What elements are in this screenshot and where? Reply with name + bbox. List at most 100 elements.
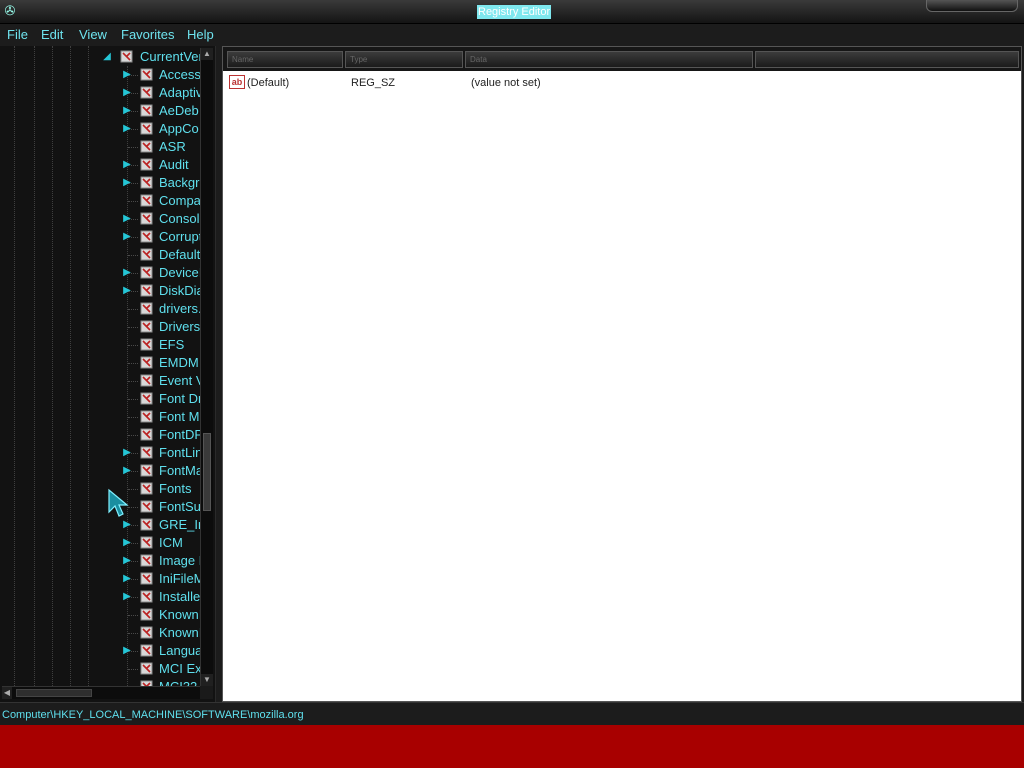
scroll-left-arrow-icon[interactable]: ◀ [2,687,12,699]
menu-bar: File Edit View Favorites Help [0,24,1024,46]
tree-node[interactable]: ▶ FontMa [0,462,200,480]
folder-icon [140,248,153,261]
expand-arrow-icon[interactable]: ▶ [122,174,132,192]
tree-connector [128,345,138,346]
string-value-icon: ab [229,75,245,89]
tree-node[interactable]: ▶ FontLin [0,444,200,462]
value-name: (Default) [247,77,290,89]
tree-node[interactable]: KnownI [0,606,200,624]
folder-icon [140,662,153,675]
tree-node[interactable]: ▶ ICM [0,534,200,552]
tree-node[interactable]: ▶ Corrupt [0,228,200,246]
value-data: (value not set) [471,77,541,89]
tree-node[interactable]: EMDM [0,354,200,372]
scroll-up-arrow-icon[interactable]: ▲ [201,48,213,60]
menu-favorites[interactable]: Favorites [121,27,174,43]
tree-node[interactable]: ▶ Adaptiv [0,84,200,102]
tree-node[interactable]: drivers. [0,300,200,318]
tree-node[interactable]: Event V [0,372,200,390]
tree-node[interactable]: KnownI [0,624,200,642]
menu-edit[interactable]: Edit [41,27,63,43]
window-controls[interactable] [926,0,1018,12]
tree-node-label: drivers. [159,301,200,316]
tree-node-label: EMDM [159,355,199,370]
registry-tree[interactable]: ◢ CurrentVer ▶ Access ▶ Adaptiv ▶ AeDeb ▶ AppCo AS… [0,46,216,702]
expand-arrow-icon[interactable]: ▶ [122,66,132,84]
tree-vertical-scrollbar[interactable]: ▲ ▼ [200,48,213,686]
expand-arrow-icon[interactable]: ▶ [122,282,132,300]
collapse-arrow-icon[interactable]: ◢ [102,48,112,66]
tree-node-label: ICM [159,535,183,550]
tree-node[interactable]: ▶ AeDeb [0,102,200,120]
tree-node[interactable]: ASR [0,138,200,156]
expand-arrow-icon[interactable]: ▶ [122,534,132,552]
tree-node[interactable]: FontSu [0,498,200,516]
expand-arrow-icon[interactable]: ▶ [122,84,132,102]
tree-connector [128,363,138,364]
tree-node[interactable]: ▶ AppCo [0,120,200,138]
tree-node[interactable]: ▶ Langua [0,642,200,660]
scroll-down-arrow-icon[interactable]: ▼ [201,674,213,686]
title-bar[interactable]: ✇ Registry Editor [0,0,1024,24]
folder-icon [140,212,153,225]
tree-node[interactable]: Fonts [0,480,200,498]
tree-connector [128,201,138,202]
column-data-header[interactable]: Data [465,51,753,68]
expand-arrow-icon[interactable]: ▶ [122,462,132,480]
tree-node[interactable]: ▶ Consol [0,210,200,228]
tree-node[interactable]: FontDP [0,426,200,444]
expand-arrow-icon[interactable]: ▶ [122,552,132,570]
tree-node[interactable]: Font Dr [0,390,200,408]
expand-arrow-icon[interactable]: ▶ [122,264,132,282]
expand-arrow-icon[interactable]: ▶ [122,120,132,138]
expand-arrow-icon[interactable]: ▶ [122,102,132,120]
tree-node-label: Adaptiv [159,85,200,100]
tree-node[interactable]: ▶ Image F [0,552,200,570]
expand-arrow-icon[interactable]: ▶ [122,642,132,660]
tree-node[interactable]: ▶ Audit [0,156,200,174]
registry-editor-icon[interactable]: ✇ [2,3,18,19]
tree-node-label: EFS [159,337,185,352]
folder-icon [140,500,153,513]
expand-arrow-icon[interactable]: ▶ [122,228,132,246]
tree-node[interactable]: ▶ GRE_In [0,516,200,534]
menu-file[interactable]: File [7,27,28,43]
vertical-scroll-thumb[interactable] [203,433,211,511]
table-row[interactable]: ab (Default) REG_SZ (value not set) [223,74,1021,92]
tree-node[interactable]: ▶ IniFileM [0,570,200,588]
tree-node[interactable]: MCI Ex [0,660,200,678]
expand-arrow-icon[interactable]: ▶ [122,444,132,462]
folder-icon [140,356,153,369]
tree-node[interactable]: ▶ DeviceI [0,264,200,282]
tree-node-currentversion[interactable]: ◢ CurrentVer [0,48,200,66]
tree-node[interactable]: ▶ Access [0,66,200,84]
menu-view[interactable]: View [79,27,107,43]
tree-node[interactable]: Default [0,246,200,264]
expand-arrow-icon[interactable]: ▶ [122,516,132,534]
tree-node[interactable]: Compa [0,192,200,210]
expand-arrow-icon[interactable]: ▶ [122,210,132,228]
expand-arrow-icon[interactable]: ▶ [122,570,132,588]
tree-node-label: AeDeb [159,103,199,118]
tree-node[interactable]: ▶ Backgr [0,174,200,192]
tree-node[interactable]: Drivers [0,318,200,336]
horizontal-scroll-thumb[interactable] [16,689,92,697]
column-name-header[interactable]: Name [227,51,343,68]
tree-node[interactable]: ▶ DiskDia [0,282,200,300]
value-type: REG_SZ [351,77,396,89]
folder-icon [140,536,153,549]
tree-node[interactable]: EFS [0,336,200,354]
tree-connector [128,255,138,256]
tree-node[interactable]: ▶ Installe [0,588,200,606]
menu-help[interactable]: Help [187,27,214,43]
expand-arrow-icon[interactable]: ▶ [122,156,132,174]
tree-node-label: Audit [159,157,189,172]
tree-horizontal-scrollbar[interactable]: ◀ [2,686,200,699]
column-type-header[interactable]: Type [345,51,463,68]
tree-node-label: CurrentVer [140,49,200,64]
folder-icon [140,626,153,639]
expand-arrow-icon[interactable]: ▶ [122,588,132,606]
tree-node[interactable]: Font M [0,408,200,426]
tree-node-label: FontMa [159,463,200,478]
values-list[interactable]: Name Type Data ab (Default) REG_SZ (valu… [222,46,1022,702]
